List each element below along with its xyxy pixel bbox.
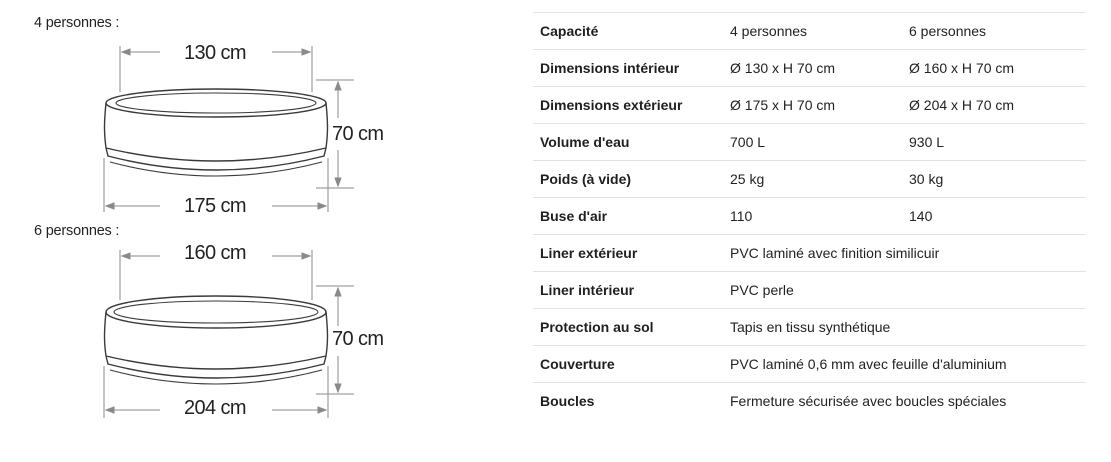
spec-label: Capacité <box>540 23 599 39</box>
spec-value-6-persons: 6 personnes <box>909 23 987 39</box>
spec-label: Boucles <box>540 393 595 410</box>
height-label: 70 cm <box>332 328 384 350</box>
spec-value-4-persons: Ø 130 x H 70 cm <box>730 60 836 76</box>
inner-diameter-label: 130 cm <box>184 42 247 64</box>
spec-row: Capacité 4 personnes 6 personnes <box>533 12 1086 50</box>
spec-value-4-persons: Ø 175 x H 70 cm <box>730 97 836 113</box>
spec-row: Protection au sol Tapis en tissu synthéti… <box>533 308 1086 346</box>
spec-row: Dimensions extérieur Ø 175 x H 70 cm Ø 204… <box>533 86 1086 124</box>
spec-label: Dimensions intérieur <box>540 60 680 76</box>
spec-label: Couverture <box>540 356 615 372</box>
spec-row: Poids (à vide) 25 kg 30 kg <box>533 160 1086 198</box>
spec-value-6-persons: 140 <box>909 208 933 224</box>
spec-value: Fermeture sécurisée avec boucles spécial… <box>730 393 1007 410</box>
spec-label: Protection au sol <box>540 319 654 335</box>
spec-value-4-persons: 700 L <box>730 134 766 150</box>
spa-diagram-4-persons: 130 cm 70 cm 175 cm <box>0 28 520 238</box>
spec-value-4-persons: 110 <box>730 208 753 224</box>
spec-row: Boucles Fermeture sécurisée avec boucles … <box>533 382 1086 420</box>
outer-diameter-label: 175 cm <box>184 195 247 217</box>
spec-label: Liner intérieur <box>540 282 635 298</box>
spec-value-6-persons: 930 L <box>909 134 945 150</box>
spec-value-6-persons: Ø 204 x H 70 cm <box>909 97 1015 113</box>
specifications-table: Capacité 4 personnes 6 personnes Dimensions… <box>533 12 1086 420</box>
spec-row: Volume d'eau 700 L 930 L <box>533 123 1086 161</box>
spec-label: Poids (à vide) <box>540 171 632 187</box>
spa-drawing <box>103 250 354 418</box>
spec-row: Liner extérieur PVC laminé avec finition … <box>533 234 1086 272</box>
spec-value: PVC perle <box>730 282 794 298</box>
inner-diameter-label: 160 cm <box>184 242 247 264</box>
spec-value-4-persons: 4 personnes <box>730 23 808 39</box>
spec-label: Buse d'air <box>540 208 608 224</box>
spec-label: Dimensions extérieur <box>540 97 683 113</box>
spec-value-6-persons: 30 kg <box>909 171 944 187</box>
dimension-diagrams: 4 personnes : 130 cm 70 cm 175 cm 6 pers… <box>0 0 520 462</box>
spa-drawing <box>103 46 354 212</box>
spec-label: Volume d'eau <box>540 134 630 150</box>
spec-value: PVC laminé 0,6 mm avec feuille d'alumini… <box>730 356 1007 372</box>
spec-value: Tapis en tissu synthétique <box>730 319 891 335</box>
spec-row: Couverture PVC laminé 0,6 mm avec feuille… <box>533 345 1086 383</box>
spec-value: PVC laminé avec finition similicuir <box>730 245 940 261</box>
spec-value-4-persons: 25 kg <box>730 171 765 187</box>
outer-diameter-label: 204 cm <box>184 397 247 419</box>
spec-row: Buse d'air 110 140 <box>533 197 1086 235</box>
height-label: 70 cm <box>332 123 384 145</box>
spec-label: Liner extérieur <box>540 245 638 261</box>
spec-row: Liner intérieur PVC perle <box>533 271 1086 309</box>
spec-row: Dimensions intérieur Ø 130 x H 70 cm Ø 160… <box>533 49 1086 87</box>
spa-diagram-6-persons: 160 cm 70 cm 204 cm <box>0 234 520 444</box>
spec-value-6-persons: Ø 160 x H 70 cm <box>909 60 1015 76</box>
